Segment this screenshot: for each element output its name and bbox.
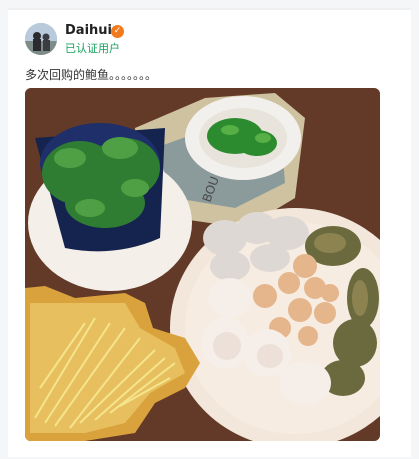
post-text: 多次回购的鲍鱼。。。。。。。 [25,68,158,82]
author-name[interactable]: Daihui [65,23,112,38]
avatar[interactable] [25,23,57,55]
post-photo[interactable]: BOU [25,88,380,441]
verification-text: 已认证用户 [65,42,120,55]
verified-badge-icon: ✓ [111,25,124,38]
post-card: Daihui ✓ 已认证用户 多次回购的鲍鱼。。。。。。。 BOU [8,8,411,457]
divider [8,8,411,10]
